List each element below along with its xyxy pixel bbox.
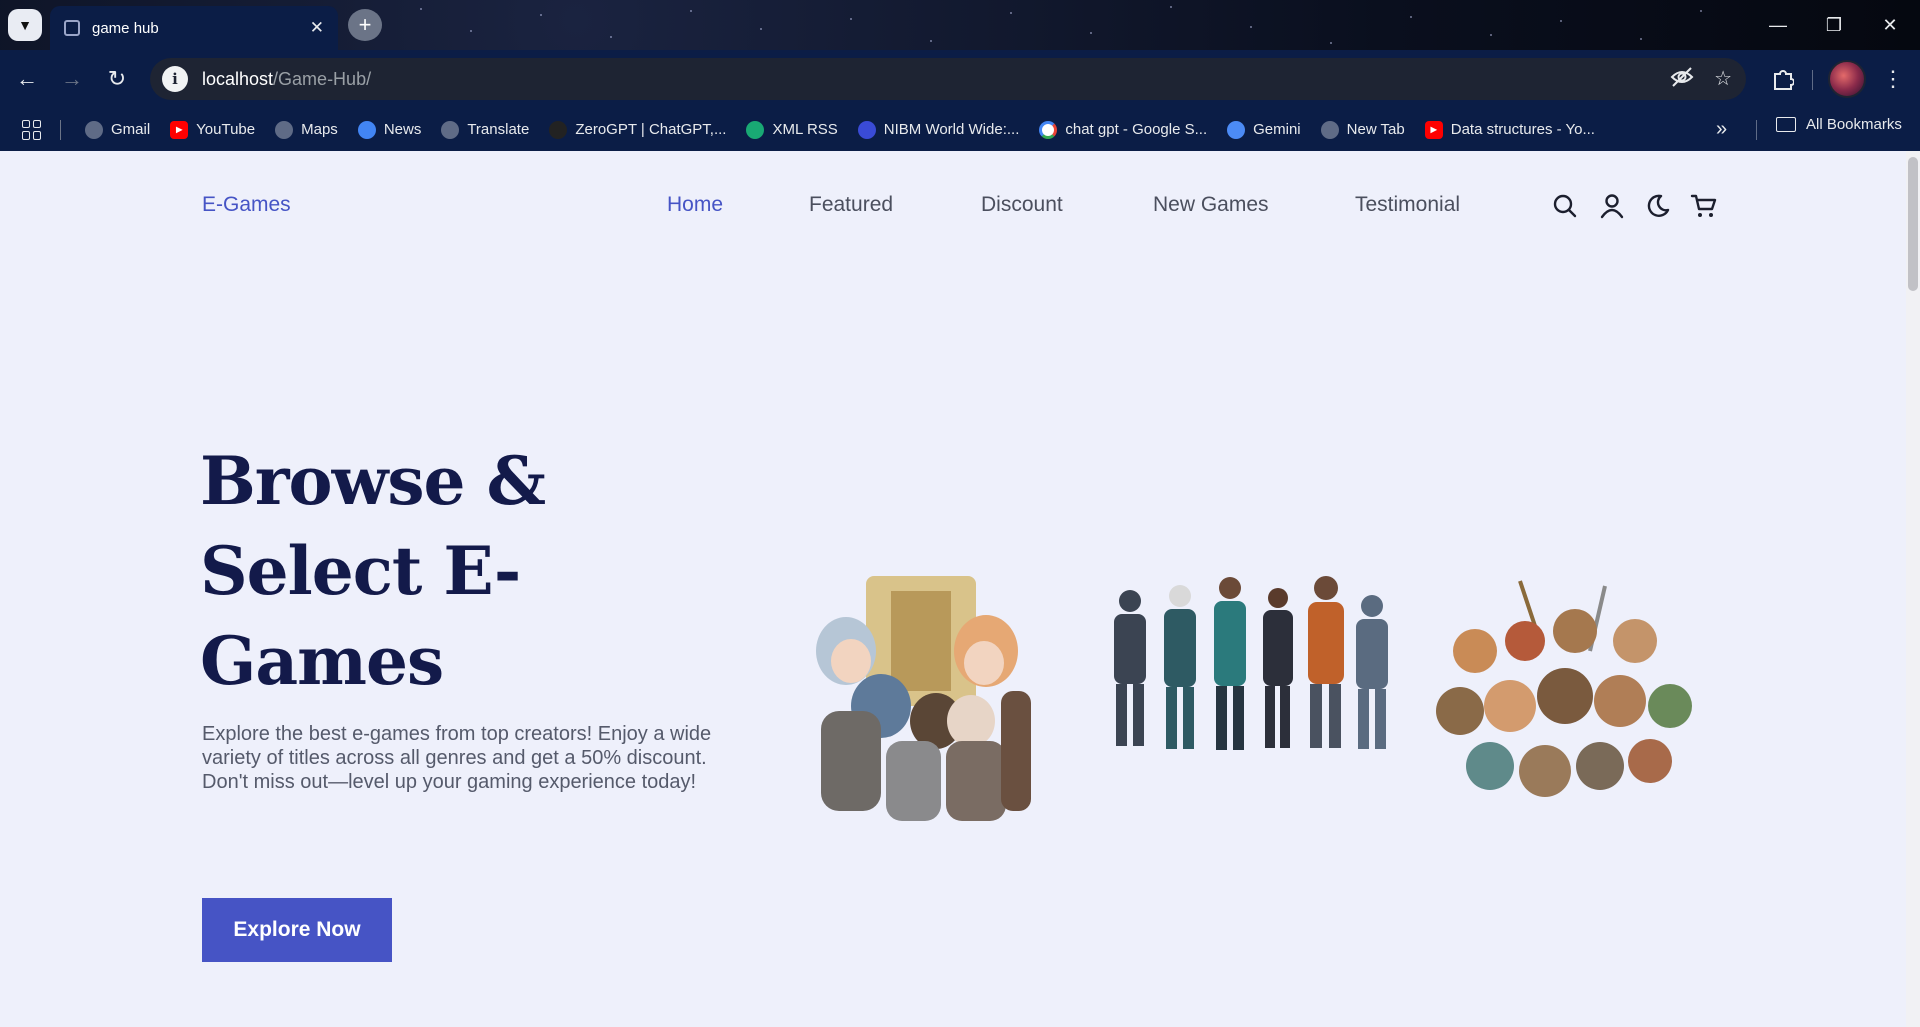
tab-strip: ▼ game hub ✕ + — ❐ ✕: [0, 0, 1920, 50]
bookmark-item[interactable]: NIBM World Wide:...: [848, 120, 1030, 139]
hero-title-line-1: Browse &: [200, 442, 546, 520]
hero-description: Explore the best e-games from top creato…: [202, 723, 712, 793]
url-host: localhost: [202, 68, 274, 89]
bookmarks-divider: [60, 119, 61, 140]
bookmark-item[interactable]: Gmail: [75, 120, 160, 139]
forward-button[interactable]: →: [55, 63, 89, 95]
toolbar-divider: [1812, 70, 1813, 90]
bookmark-label: Gmail: [111, 121, 151, 138]
bookmark-item[interactable]: Maps: [265, 120, 348, 139]
news-icon: [357, 120, 376, 139]
bookmark-label: Translate: [467, 121, 530, 138]
browser-menu-button[interactable]: ⋮: [1876, 62, 1910, 96]
all-bookmarks-button[interactable]: All Bookmarks: [1776, 116, 1902, 133]
bookmark-label: Data structures - Yo...: [1450, 121, 1595, 138]
new-tab-button[interactable]: +: [348, 9, 382, 41]
bookmark-item[interactable]: Translate: [431, 120, 539, 139]
close-icon[interactable]: ✕: [310, 18, 324, 38]
bookmark-item[interactable]: ZeroGPT | ChatGPT,...: [539, 120, 736, 139]
google-icon: [1039, 120, 1058, 139]
tab-title: game hub: [92, 19, 159, 37]
eye-slash-icon[interactable]: [1670, 66, 1694, 94]
youtube-icon: ▶: [1424, 120, 1443, 139]
nav-home[interactable]: Home: [667, 193, 723, 217]
bookmark-label: NIBM World Wide:...: [883, 121, 1020, 138]
nav-discount[interactable]: Discount: [981, 193, 1063, 217]
bookmark-item[interactable]: ▶ YouTube: [160, 120, 265, 139]
page-icon: [64, 20, 80, 36]
profile-avatar[interactable]: [1828, 60, 1866, 98]
back-button[interactable]: ←: [10, 63, 44, 95]
globe-icon: [1320, 120, 1339, 139]
reload-button[interactable]: ↻: [100, 63, 134, 95]
active-tab[interactable]: game hub ✕: [50, 6, 338, 50]
all-bookmarks-label: All Bookmarks: [1806, 116, 1902, 133]
zerogpt-icon: [549, 120, 568, 139]
bookmark-label: XML RSS: [772, 121, 838, 138]
apps-grid-icon[interactable]: [22, 119, 42, 140]
sci-fi-squad-image: [1114, 576, 1388, 750]
bookmarks-bar: Gmail ▶ YouTube Maps News Translate ZeroGPT | …: [0, 108, 1920, 151]
bookmark-label: Maps: [301, 121, 338, 138]
browser-toolbar: ← → ↻ i localhost /Game-Hub/ ☆ ⋮: [0, 50, 1920, 108]
bookmark-item[interactable]: Gemini: [1217, 120, 1311, 139]
folder-icon: [1776, 117, 1796, 132]
puzzle-icon: [1774, 70, 1794, 90]
more-bookmarks-icon[interactable]: »: [1716, 118, 1727, 141]
kebab-menu-icon: ⋮: [1882, 66, 1904, 91]
hero-title: Browse & Select E- Games: [200, 436, 760, 706]
close-window-button[interactable]: ✕: [1870, 10, 1910, 40]
bookmark-item[interactable]: News: [348, 120, 432, 139]
nav-featured[interactable]: Featured: [809, 193, 893, 217]
url-path: /Game-Hub/: [273, 68, 372, 89]
info-icon[interactable]: i: [162, 66, 188, 92]
fantasy-heroes-image: [816, 576, 1031, 821]
bookmarks-divider-right: [1756, 120, 1757, 140]
cart-icon[interactable]: [1689, 191, 1719, 221]
minimize-button[interactable]: —: [1758, 10, 1798, 40]
plus-icon: +: [358, 12, 372, 37]
site-logo[interactable]: E-Games: [202, 193, 291, 217]
bookmark-label: News: [383, 121, 422, 138]
globe-icon: [441, 120, 460, 139]
user-icon[interactable]: [1597, 191, 1627, 221]
bookmark-item[interactable]: ▶ Data structures - Yo...: [1415, 120, 1605, 139]
hero-title-line-3: Games: [200, 622, 444, 700]
w-icon: [746, 120, 765, 139]
arrow-right-icon: →: [61, 66, 83, 91]
bookmark-item[interactable]: New Tab: [1311, 120, 1415, 139]
globe-icon: [275, 120, 294, 139]
nav-testimonial[interactable]: Testimonial: [1355, 193, 1460, 217]
reload-icon: ↻: [107, 66, 127, 91]
nibm-icon: [857, 120, 876, 139]
bookmark-item[interactable]: chat gpt - Google S...: [1029, 120, 1217, 139]
arrow-left-icon: ←: [16, 66, 38, 91]
hero-title-line-2: Select E-: [200, 532, 521, 610]
bookmark-label: Gemini: [1253, 121, 1301, 138]
youtube-icon: ▶: [170, 120, 189, 139]
bookmark-label: New Tab: [1346, 121, 1405, 138]
globe-icon: [85, 120, 103, 139]
moon-icon[interactable]: [1643, 191, 1673, 221]
browser-chrome: ▼ game hub ✕ + — ❐ ✕ ← → ↻ i localhost /…: [0, 0, 1920, 151]
bookmark-label: chat gpt - Google S...: [1065, 121, 1208, 138]
scrollbar-thumb[interactable]: [1908, 157, 1918, 291]
bookmark-label: ZeroGPT | ChatGPT,...: [575, 121, 727, 138]
star-icon[interactable]: ☆: [1714, 66, 1732, 94]
page-scrollbar[interactable]: [1906, 151, 1920, 1027]
search-icon[interactable]: [1550, 191, 1580, 221]
tab-search-button[interactable]: ▼: [8, 9, 42, 41]
explore-now-button[interactable]: Explore Now: [202, 898, 392, 962]
bookmark-item[interactable]: XML RSS: [736, 120, 847, 139]
chevron-down-icon: ▼: [18, 17, 32, 33]
extensions-button[interactable]: [1766, 62, 1800, 96]
restore-button[interactable]: ❐: [1814, 10, 1854, 40]
gemini-icon: [1227, 120, 1246, 139]
nav-new-games[interactable]: New Games: [1153, 193, 1269, 217]
address-bar[interactable]: i localhost /Game-Hub/ ☆: [150, 58, 1746, 100]
cartoon-warriors-image: [1436, 580, 1692, 797]
page-viewport: E-Games Home Featured Discount New Games…: [0, 151, 1920, 1027]
bookmark-label: YouTube: [196, 121, 256, 138]
bookmarks-list: Gmail ▶ YouTube Maps News Translate ZeroGPT | …: [75, 120, 1605, 139]
